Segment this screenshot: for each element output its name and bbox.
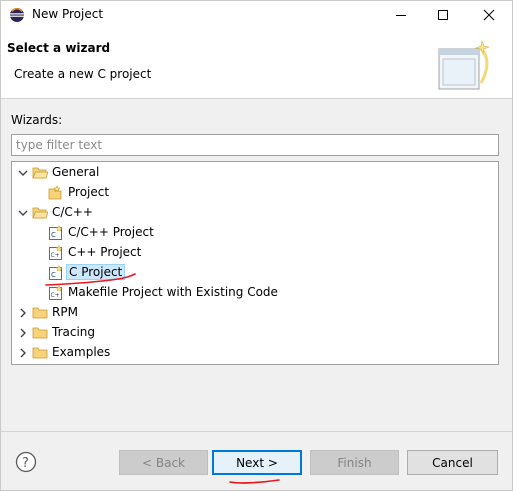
svg-text:C+: C+ bbox=[51, 252, 60, 259]
maximize-button[interactable] bbox=[421, 1, 465, 29]
help-icon[interactable]: ? bbox=[15, 451, 37, 473]
maximize-icon bbox=[438, 10, 448, 20]
svg-text:C: C bbox=[51, 271, 56, 279]
svg-text:C+: C+ bbox=[51, 292, 60, 299]
finish-button[interactable]: Finish bbox=[310, 450, 399, 475]
bottom-separator bbox=[1, 431, 512, 432]
tree-item-cpp-project[interactable]: C+ C++ Project bbox=[12, 243, 498, 263]
folder-icon bbox=[32, 327, 48, 339]
chevron-right-icon[interactable] bbox=[18, 348, 28, 358]
folder-open-icon bbox=[32, 167, 48, 179]
close-button[interactable] bbox=[467, 1, 511, 29]
chevron-down-icon[interactable] bbox=[18, 168, 28, 178]
tree-item-label: C/C++ Project bbox=[68, 225, 154, 239]
close-icon bbox=[483, 9, 495, 21]
tree-item-label: C Project bbox=[66, 264, 126, 280]
project-icon bbox=[48, 185, 62, 200]
tree-item-label: RPM bbox=[52, 305, 78, 319]
minimize-icon bbox=[396, 15, 406, 16]
tree-item-label: C/C++ bbox=[52, 205, 93, 219]
wizard-header: Select a wizard Create a new C project bbox=[1, 29, 512, 98]
folder-icon bbox=[32, 347, 48, 359]
wizard-tree[interactable]: General Project C/C++ C C/C++ Project C+… bbox=[11, 161, 499, 365]
back-button[interactable]: < Back bbox=[119, 450, 208, 475]
tree-item-rpm[interactable]: RPM bbox=[12, 303, 498, 323]
new-wizard-banner-icon bbox=[438, 39, 491, 90]
svg-text:?: ? bbox=[22, 456, 29, 471]
tree-item-tracing[interactable]: Tracing bbox=[12, 323, 498, 343]
c-project-icon: C bbox=[49, 225, 63, 240]
tree-item-label: Project bbox=[68, 185, 110, 199]
c-project-icon: C bbox=[49, 265, 63, 280]
tree-item-general[interactable]: General bbox=[12, 163, 498, 183]
tree-item-c-cpp[interactable]: C/C++ bbox=[12, 203, 498, 223]
tree-item-makefile-project[interactable]: C+ Makefile Project with Existing Code bbox=[12, 283, 498, 303]
header-separator bbox=[1, 98, 512, 99]
new-project-dialog: New Project Select a wizard Create a new… bbox=[0, 0, 513, 491]
tree-item-project[interactable]: Project bbox=[12, 183, 498, 203]
header-description: Create a new C project bbox=[14, 67, 152, 81]
tree-item-c-project[interactable]: C C Project bbox=[12, 263, 498, 283]
chevron-right-icon[interactable] bbox=[18, 328, 28, 338]
folder-icon bbox=[32, 307, 48, 319]
next-button[interactable]: Next > bbox=[212, 450, 302, 475]
tree-item-c-cpp-project[interactable]: C C/C++ Project bbox=[12, 223, 498, 243]
cancel-button[interactable]: Cancel bbox=[407, 450, 498, 475]
red-underline-annotation bbox=[229, 479, 280, 484]
tree-item-label: General bbox=[52, 165, 100, 179]
makefile-project-icon: C+ bbox=[49, 285, 63, 300]
tree-item-label: Tracing bbox=[52, 325, 96, 339]
tree-item-label: C++ Project bbox=[68, 245, 142, 259]
wizards-label: Wizards: bbox=[11, 113, 63, 127]
tree-item-examples[interactable]: Examples bbox=[12, 343, 498, 363]
tree-item-label: Makefile Project with Existing Code bbox=[68, 285, 278, 299]
minimize-button[interactable] bbox=[379, 1, 423, 29]
chevron-down-icon[interactable] bbox=[18, 208, 28, 218]
title-bar[interactable]: New Project bbox=[1, 1, 512, 29]
header-title: Select a wizard bbox=[7, 41, 111, 55]
chevron-right-icon[interactable] bbox=[18, 308, 28, 318]
eclipse-icon bbox=[10, 8, 24, 22]
window-title: New Project bbox=[32, 7, 104, 21]
tree-item-label: Examples bbox=[52, 345, 111, 359]
filter-input[interactable] bbox=[11, 134, 499, 156]
folder-open-icon bbox=[32, 207, 48, 219]
svg-text:C: C bbox=[51, 231, 56, 239]
cpp-project-icon: C+ bbox=[49, 245, 63, 260]
